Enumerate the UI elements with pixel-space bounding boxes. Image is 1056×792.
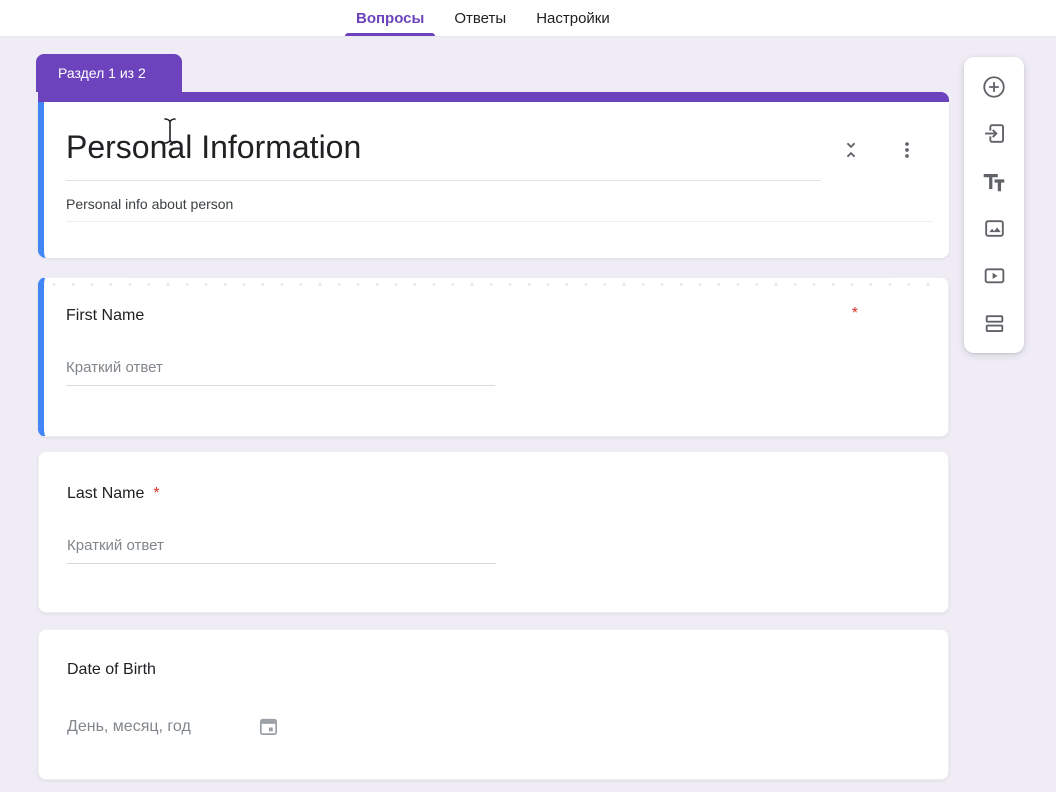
short-answer-placeholder: Краткий ответ	[66, 359, 495, 386]
section-icon	[982, 311, 1007, 336]
kebab-menu-icon	[896, 139, 918, 161]
side-toolbar	[964, 57, 1024, 353]
section-badge: Раздел 1 из 2	[36, 54, 182, 92]
section-badge-label: Раздел 1 из 2	[58, 65, 146, 81]
calendar-icon	[257, 715, 280, 738]
add-image-button[interactable]	[978, 213, 1010, 245]
header-accent-bar	[38, 92, 949, 102]
add-section-button[interactable]	[978, 307, 1010, 339]
question-card-date-of-birth[interactable]: Date of Birth День, месяц, год	[38, 629, 949, 780]
short-answer-placeholder: Краткий ответ	[67, 537, 496, 564]
add-question-button[interactable]	[978, 71, 1010, 103]
image-icon	[982, 216, 1007, 241]
section-menu-button[interactable]	[893, 136, 921, 164]
import-icon	[982, 121, 1007, 146]
form-description-field[interactable]: Personal info about person	[66, 196, 933, 222]
plus-circle-icon	[981, 74, 1007, 100]
tab-responses[interactable]: Ответы	[443, 0, 517, 36]
top-bar: Вопросы Ответы Настройки	[0, 0, 1056, 37]
question-title[interactable]: Last Name *	[67, 485, 160, 503]
date-answer-preview: День, месяц, год	[67, 715, 280, 738]
add-title-description-button[interactable]	[978, 165, 1010, 197]
form-title-field[interactable]: Personal Information	[66, 128, 821, 181]
required-asterisk: *	[852, 305, 858, 323]
question-card-first-name[interactable]: First Name * Краткий ответ	[38, 277, 949, 437]
add-video-button[interactable]	[978, 260, 1010, 292]
question-title-text: Last Name	[67, 485, 144, 502]
unfold-less-icon	[840, 139, 862, 161]
form-header-card[interactable]: Personal Information Personal info about…	[38, 92, 949, 258]
header-actions	[837, 136, 921, 164]
tab-settings-label: Настройки	[536, 10, 610, 27]
video-icon	[982, 263, 1007, 288]
form-tabs: Вопросы Ответы Настройки	[345, 0, 629, 36]
tab-questions[interactable]: Вопросы	[345, 0, 435, 36]
drag-handle-dots[interactable]	[52, 283, 940, 286]
required-asterisk: *	[153, 485, 159, 502]
date-placeholder: День, месяц, год	[67, 718, 191, 736]
question-title[interactable]: Date of Birth	[67, 661, 156, 679]
form-header-body: Personal Information Personal info about…	[38, 102, 949, 258]
question-title[interactable]: First Name	[66, 307, 144, 325]
collapse-section-button[interactable]	[837, 136, 865, 164]
question-card-last-name[interactable]: Last Name * Краткий ответ	[38, 451, 949, 613]
tab-responses-label: Ответы	[454, 10, 506, 27]
tab-settings[interactable]: Настройки	[525, 0, 621, 36]
tab-questions-label: Вопросы	[356, 10, 424, 27]
text-fields-icon	[981, 168, 1007, 194]
import-questions-button[interactable]	[978, 118, 1010, 150]
text-cursor-icon	[163, 117, 177, 145]
